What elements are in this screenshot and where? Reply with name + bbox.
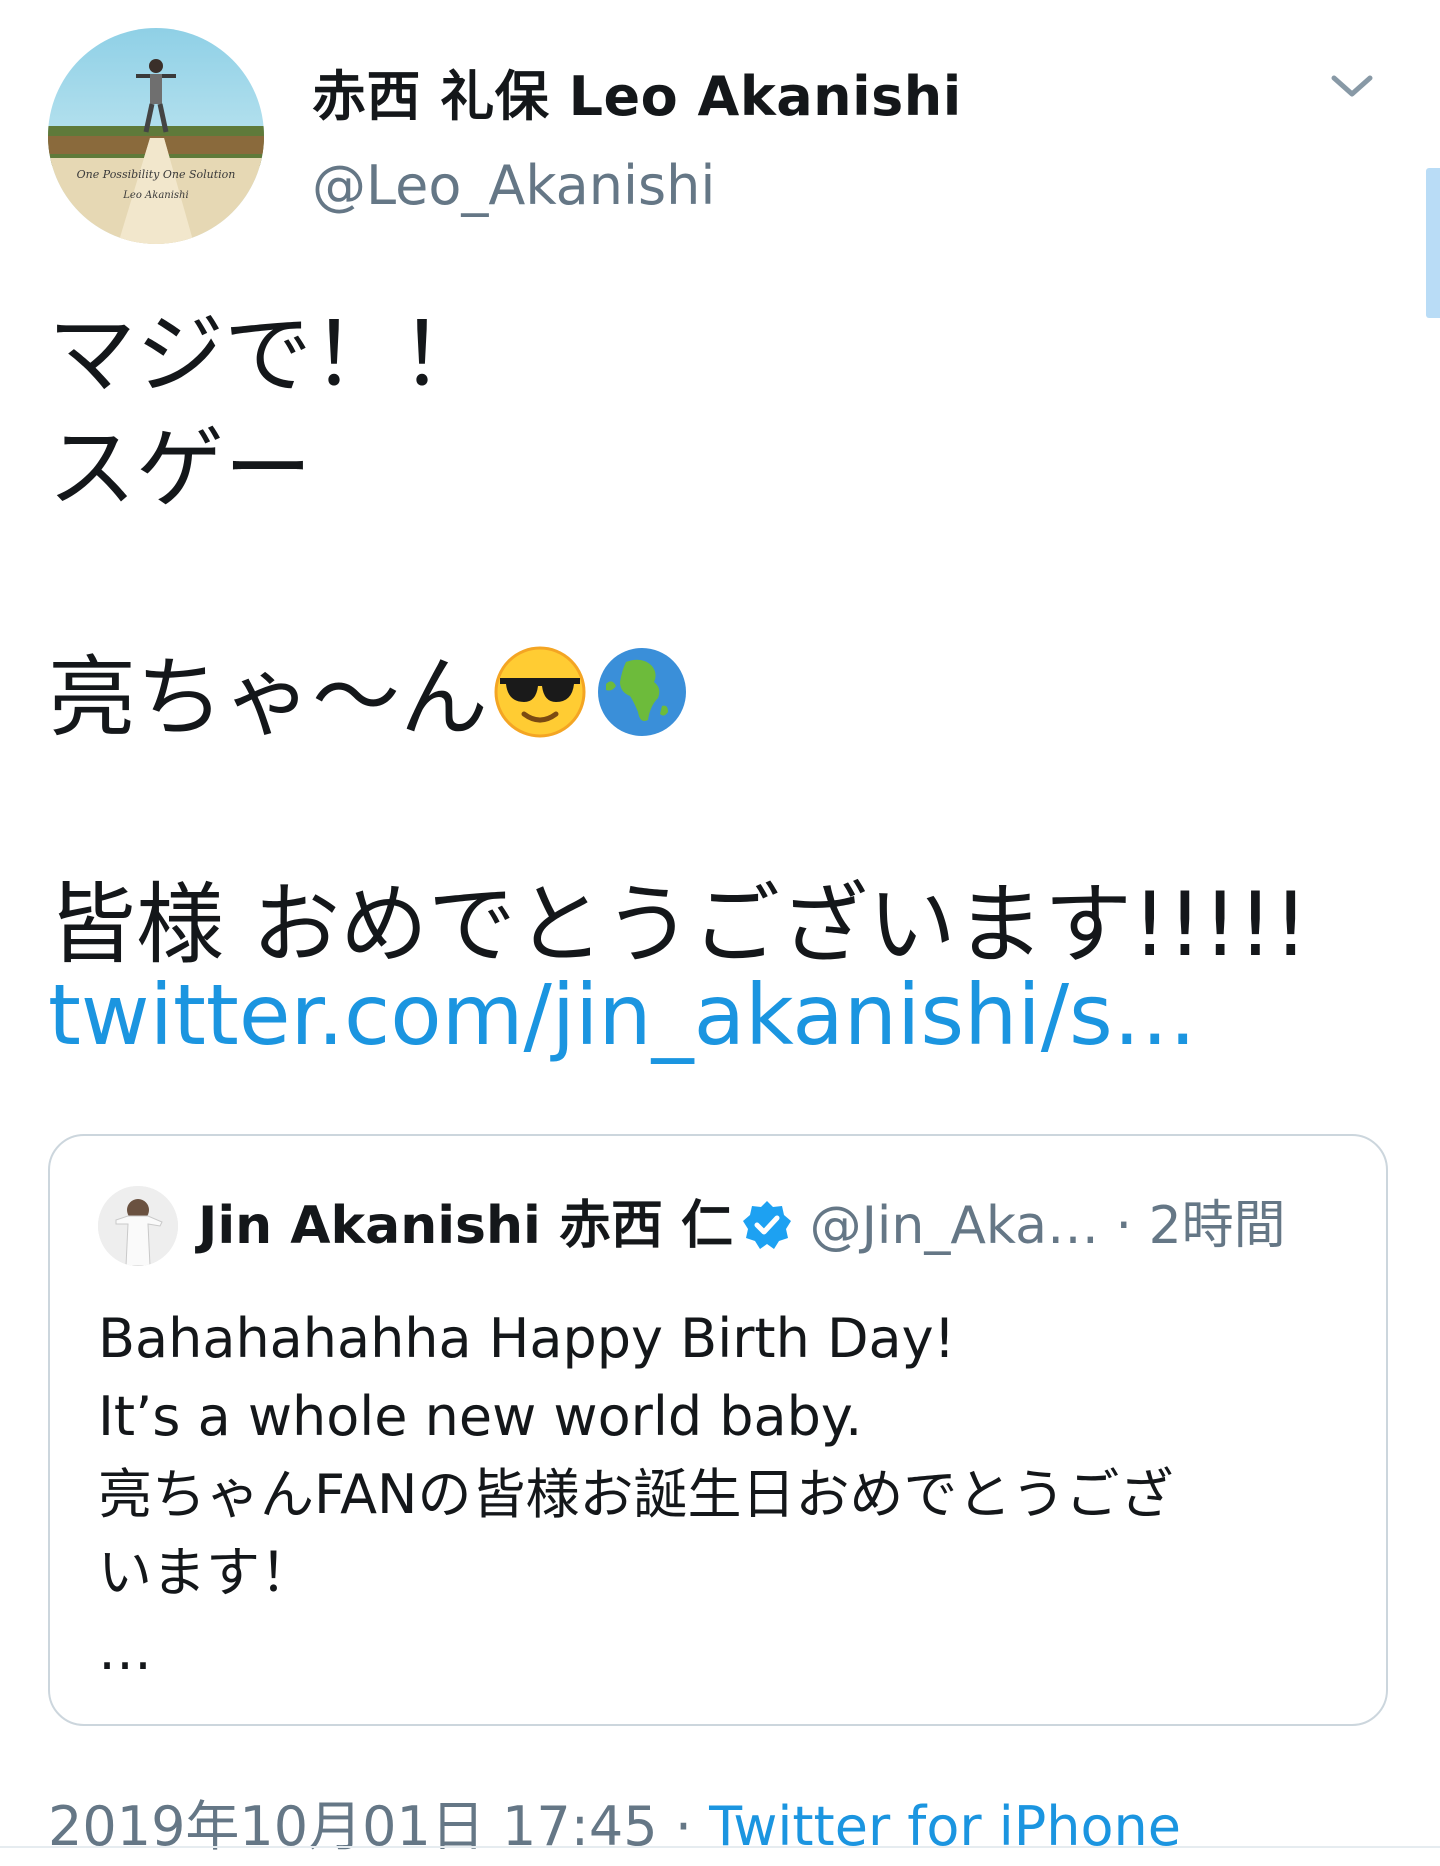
quoted-tweet-header: Jin Akanishi 赤西 仁 @Jin_Aka… · 2時間 [198,1190,1286,1262]
quoted-body-line: 亮ちゃんFANの皆様お誕生日おめでとうござ [98,1463,1174,1526]
verified-badge-icon [741,1198,793,1250]
author-handle[interactable]: @Leo_Akanishi [312,154,715,217]
quoted-body-line: It’s a whole new world baby. [98,1385,863,1448]
quoted-separator: · [1115,1196,1133,1256]
author-avatar[interactable]: One Possibility One Solution Leo Akanish… [48,28,264,244]
avatar-caption-1: One Possibility One Solution [77,168,236,181]
quoted-tweet-body: Bahahahahha Happy Birth Day! It’s a whol… [98,1300,1338,1690]
quoted-body-ellipsis: … [98,1619,152,1682]
tweet-detail-screen: One Possibility One Solution Leo Akanish… [0,0,1440,1866]
tweet-line: 皆様 おめでとうございます!!!!! [48,873,1309,976]
scrollbar-thumb[interactable] [1426,168,1440,318]
author-display-name[interactable]: 赤西 礼保 Leo Akanishi [312,52,962,131]
globe-africa-icon [592,640,692,740]
quoted-time: 2時間 [1148,1196,1286,1256]
tweet-link[interactable]: twitter.com/jin_akanishi/s… [48,966,1197,1064]
chevron-down-icon[interactable] [1328,66,1376,106]
quoted-body-line: います！ [98,1541,314,1604]
quoted-tweet-card[interactable]: Jin Akanishi 赤西 仁 @Jin_Aka… · 2時間 Bahaha… [48,1134,1388,1726]
quoted-author-handle[interactable]: @Jin_Aka… [810,1196,1099,1256]
avatar-caption-2: Leo Akanishi [122,190,188,201]
tweet-text: マジで！！ スゲー 亮ちゃ〜ん 皆様 おめでとうございます!!!!! [48,298,1378,982]
tweet-timestamp: 2019年10月01日 17:45 [48,1795,658,1858]
tweet-source-link[interactable]: Twitter for iPhone [709,1795,1181,1858]
quoted-author-name[interactable]: Jin Akanishi 赤西 仁 [198,1196,733,1256]
tweet-line: マジで！！ [48,303,489,406]
tweet-meta: 2019年10月01日 17:45 · Twitter for iPhone [48,1782,1181,1861]
quoted-body-line: Bahahahahha Happy Birth Day! [98,1307,956,1370]
divider [0,1846,1440,1848]
tweet-line-with-emoji: 亮ちゃ〜ん [48,640,1378,754]
tweet-line: スゲー [48,417,313,520]
quoted-author-avatar[interactable] [98,1186,178,1266]
tweet-line: 亮ちゃ〜ん [48,646,489,749]
meta-separator: · [674,1795,692,1858]
sunglasses-face-icon [490,640,590,740]
